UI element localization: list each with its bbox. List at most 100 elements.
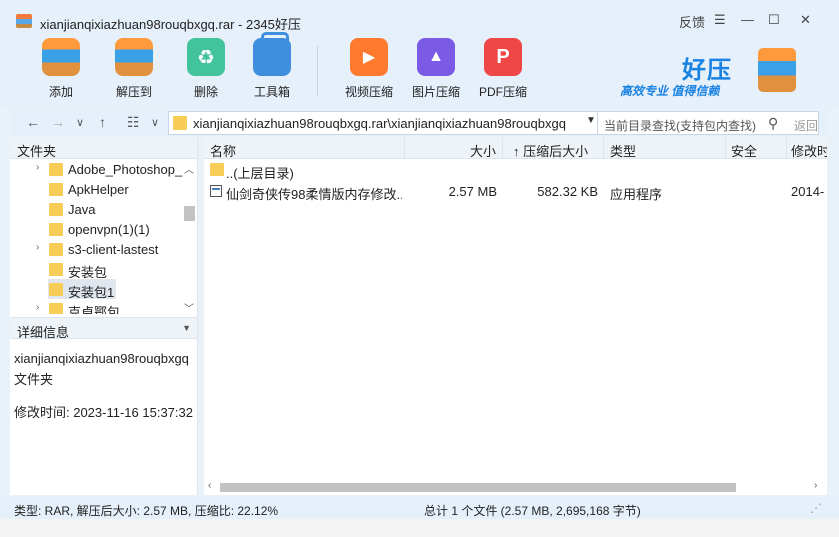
tree-item[interactable]: openvpn(1)(1) bbox=[10, 219, 184, 239]
resize-grip-icon[interactable]: ⋰ bbox=[810, 501, 822, 515]
scroll-right-icon[interactable]: › bbox=[814, 480, 817, 491]
return-button[interactable]: 返回 bbox=[794, 117, 818, 134]
forward-arrow-icon[interactable]: → bbox=[51, 114, 65, 130]
expand-arrow-icon[interactable]: › bbox=[36, 162, 39, 173]
file-list: 名称 大小 ↑ 压缩后大小 类型 安全 修改时 ..(上层目录) 仙剑奇侠传98… bbox=[204, 137, 827, 495]
search-icon[interactable]: ⚲ bbox=[768, 115, 778, 132]
app-logo-icon bbox=[16, 14, 32, 28]
app-window: xianjianqixiazhuan98rouqbxgq.rar - 2345好… bbox=[0, 0, 839, 537]
delete-button[interactable]: 删除 bbox=[174, 38, 238, 104]
expand-arrow-icon[interactable]: › bbox=[36, 242, 39, 253]
tree-item-selected[interactable]: 安装包1 bbox=[48, 279, 116, 300]
menu-icon[interactable]: ☰ bbox=[714, 12, 726, 28]
tree-item-label: 克卓鄂包 bbox=[68, 305, 121, 314]
brand-slogan: 高效专业 值得信赖 bbox=[620, 84, 720, 98]
folder-icon bbox=[49, 243, 63, 256]
address-bar: ← → ∨ ↑ ☷ ∨ xianjianqixiazhuan98rouqbxgq… bbox=[10, 110, 827, 136]
scroll-down-icon[interactable]: ﹀ bbox=[184, 300, 194, 314]
file-modified: 2014- bbox=[791, 184, 825, 199]
maximize-button[interactable]: ☐ bbox=[768, 12, 780, 28]
pdf-compress-icon bbox=[484, 38, 522, 76]
expand-arrow-icon[interactable]: › bbox=[36, 302, 39, 313]
collapse-dropdown-icon[interactable]: ▼ bbox=[182, 323, 191, 333]
column-packed-label: 压缩后大小 bbox=[523, 144, 589, 159]
scroll-left-icon[interactable]: ‹ bbox=[208, 480, 211, 491]
tree-item[interactable]: › s3-client-lastest bbox=[10, 239, 184, 259]
add-archive-icon bbox=[42, 38, 80, 76]
title-bar: xianjianqixiazhuan98rouqbxgq.rar - 2345好… bbox=[0, 0, 839, 36]
archive-info: 类型: RAR, 解压后大小: 2.57 MB, 压缩比: 22.12% bbox=[14, 504, 279, 518]
close-button[interactable]: ✕ bbox=[800, 12, 811, 28]
column-size[interactable]: 大小 bbox=[405, 137, 503, 159]
details-name: xianjianqixiazhuan98rouqbxgq bbox=[14, 351, 189, 366]
add-label: 添加 bbox=[48, 85, 73, 99]
pdf-compress-button[interactable]: PDF压缩 bbox=[471, 38, 535, 104]
recycle-bin-icon bbox=[187, 38, 225, 76]
toolbox-button[interactable]: 工具箱 bbox=[240, 32, 304, 104]
path-text: xianjianqixiazhuan98rouqbxgq.rar\xianjia… bbox=[193, 116, 566, 131]
brand-logo: 好压 高效专业 值得信赖 bbox=[616, 46, 826, 106]
path-input[interactable]: xianjianqixiazhuan98rouqbxgq.rar\xianjia… bbox=[168, 111, 601, 135]
tree-item[interactable]: 安装包 bbox=[10, 259, 184, 280]
column-name[interactable]: 名称 bbox=[204, 137, 405, 159]
tree-item-label: Adobe_Photoshop_ bbox=[68, 162, 183, 177]
image-compress-icon bbox=[417, 38, 455, 76]
tree-item[interactable]: Java bbox=[10, 199, 184, 219]
details-modified: 修改时间: 2023-11-16 15:37:32 bbox=[14, 405, 193, 420]
up-folder-icon[interactable]: ↑ bbox=[99, 114, 106, 130]
column-modified[interactable]: 修改时 bbox=[787, 137, 827, 159]
folder-icon bbox=[49, 183, 63, 196]
file-name: 仙剑奇侠传98柔情版内存修改... bbox=[226, 187, 402, 202]
back-arrow-icon[interactable]: ← bbox=[26, 114, 40, 130]
column-packed-size[interactable]: ↑ 压缩后大小 bbox=[503, 137, 604, 159]
tree-item[interactable]: › Adobe_Photoshop_ bbox=[10, 159, 184, 179]
toolbar-divider bbox=[317, 46, 318, 96]
tree-item[interactable]: ApkHelper bbox=[10, 179, 184, 199]
folder-icon bbox=[49, 263, 63, 276]
folder-icon bbox=[210, 163, 224, 176]
application-icon bbox=[210, 185, 222, 197]
view-dropdown-icon[interactable]: ∨ bbox=[151, 116, 159, 129]
folder-icon bbox=[49, 283, 63, 296]
tree-item-label: openvpn(1)(1) bbox=[68, 222, 150, 237]
column-security[interactable]: 安全 bbox=[726, 137, 787, 159]
scroll-up-icon[interactable]: ︿ bbox=[184, 161, 194, 176]
tree-item[interactable]: › 克卓鄂包 bbox=[10, 299, 184, 314]
file-type: 应用程序 bbox=[610, 187, 663, 202]
details-header[interactable]: 详细信息 ▼ bbox=[10, 317, 197, 340]
history-dropdown-icon[interactable]: ∨ bbox=[76, 116, 84, 129]
desktop-background bbox=[0, 519, 839, 537]
column-type[interactable]: 类型 bbox=[604, 137, 726, 159]
video-compress-label: 视频压缩 bbox=[344, 85, 393, 99]
scroll-thumb[interactable] bbox=[184, 206, 195, 221]
feedback-button[interactable]: 反馈 bbox=[679, 12, 705, 31]
folder-pane-header: 文件夹 bbox=[10, 137, 197, 159]
file-packed-size: 582.32 KB bbox=[537, 184, 598, 199]
scroll-thumb[interactable] bbox=[220, 483, 736, 492]
video-compress-button[interactable]: 视频压缩 bbox=[337, 38, 401, 104]
table-row[interactable]: 仙剑奇侠传98柔情版内存修改... 2.57 MB 582.32 KB 应用程序… bbox=[204, 181, 827, 202]
status-bar: 类型: RAR, 解压后大小: 2.57 MB, 压缩比: 22.12% 总计 … bbox=[0, 497, 839, 519]
toolbox-icon bbox=[253, 32, 291, 76]
list-horizontal-scrollbar[interactable]: ‹ › bbox=[204, 480, 827, 494]
extract-to-button[interactable]: 解压到 bbox=[102, 38, 166, 104]
details-header-label: 详细信息 bbox=[17, 325, 70, 340]
extract-to-label: 解压到 bbox=[115, 85, 152, 99]
folder-icon bbox=[49, 223, 63, 236]
file-name: ..(上层目录) bbox=[226, 166, 294, 181]
folder-pane: 文件夹 › Adobe_Photoshop_ ApkHelper Java op… bbox=[10, 137, 198, 495]
minimize-button[interactable]: — bbox=[741, 12, 754, 27]
sort-arrow-icon: ↑ bbox=[513, 144, 520, 159]
path-dropdown-icon[interactable]: ▼ bbox=[586, 115, 596, 126]
folder-icon bbox=[49, 303, 63, 314]
table-row[interactable]: ..(上层目录) bbox=[204, 160, 827, 181]
column-header-row: 名称 大小 ↑ 压缩后大小 类型 安全 修改时 bbox=[204, 137, 827, 159]
search-placeholder: 当前目录查找(支持包内查找) bbox=[604, 119, 756, 133]
add-button[interactable]: 添加 bbox=[29, 38, 93, 104]
video-compress-icon bbox=[350, 38, 388, 76]
search-input[interactable]: 当前目录查找(支持包内查找) ⚲ 返回 bbox=[597, 111, 819, 135]
view-mode-icon[interactable]: ☷ bbox=[127, 114, 140, 131]
image-compress-button[interactable]: 图片压缩 bbox=[404, 38, 468, 104]
brand-archive-icon bbox=[758, 48, 796, 92]
tree-scrollbar[interactable]: ︿ ﹀ bbox=[183, 159, 195, 314]
